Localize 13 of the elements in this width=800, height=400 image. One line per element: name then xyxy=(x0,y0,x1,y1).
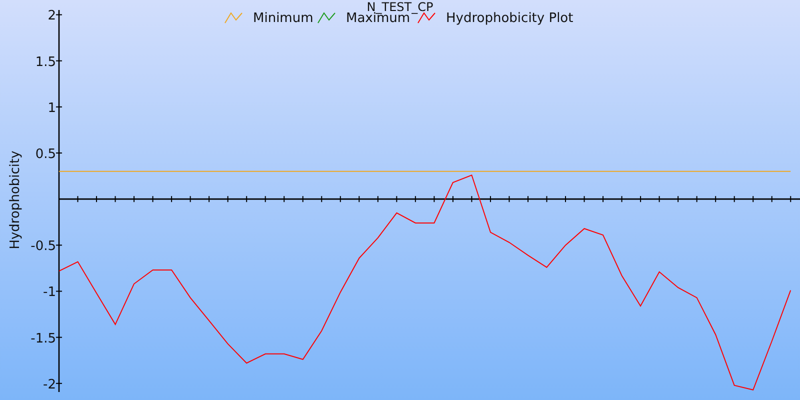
chart-title: N_TEST_CP xyxy=(366,0,434,14)
y-tick-label: -1 xyxy=(43,285,56,300)
y-tick-label: -0.5 xyxy=(30,239,56,254)
y-tick-label: 1.5 xyxy=(35,54,56,70)
legend-label: Hydrophobicity Plot xyxy=(446,11,574,26)
legend-label: Minimum xyxy=(253,11,314,26)
y-tick-label: -2 xyxy=(43,377,56,392)
legend-label: Maximum xyxy=(346,11,410,26)
y-tick-label: 1 xyxy=(48,100,56,116)
y-tick-label: 2 xyxy=(48,8,56,24)
y-axis-label: Hydrophobicity xyxy=(8,150,23,250)
y-tick-label: -1.5 xyxy=(30,331,56,346)
y-tick-label: 0.5 xyxy=(35,147,56,162)
